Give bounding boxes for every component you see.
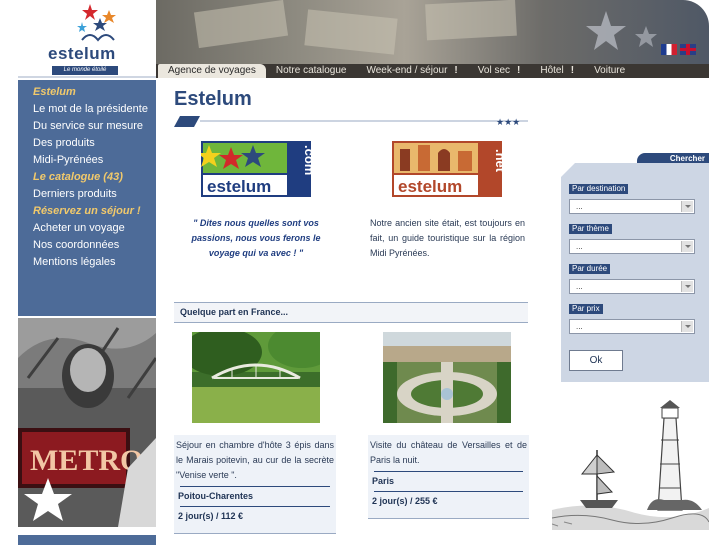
chevron-down-icon xyxy=(681,201,693,212)
main-menu: Agence de voyages Notre catalogue Week-e… xyxy=(156,64,709,78)
menu-item-hotel[interactable]: Hôtel! xyxy=(530,64,584,78)
search-select-destination[interactable]: ... xyxy=(569,199,695,214)
search-select-duree[interactable]: ... xyxy=(569,279,695,294)
menu-item-weekend[interactable]: Week-end / séjour! xyxy=(356,64,467,78)
offer-region: Poitou-Charentes xyxy=(178,491,254,501)
menu-item-vol-sec[interactable]: Vol sec! xyxy=(468,64,531,78)
offer-description: Séjour en chambre d'hôte 3 épis dans le … xyxy=(176,440,334,480)
offer-marais-poitevin-photo[interactable] xyxy=(192,332,320,423)
search-label-prix: Par prix xyxy=(569,304,603,314)
menu-item-voiture[interactable]: Voiture xyxy=(584,64,635,78)
svg-text:estelum: estelum xyxy=(207,177,271,196)
page-title: Estelum xyxy=(174,88,252,110)
sidebar-item-des-produits[interactable]: Des produits xyxy=(33,135,148,152)
metro-photo: METRO xyxy=(18,318,156,527)
svg-text:.com: .com xyxy=(302,145,311,175)
sidebar-item-mot-presidente[interactable]: Le mot de la présidente xyxy=(33,101,148,118)
search-label-theme: Par thème xyxy=(569,224,612,234)
svg-text:★★★: ★★★ xyxy=(496,118,520,128)
logo-stars-icon xyxy=(77,4,116,42)
svg-text:estelum: estelum xyxy=(398,177,462,196)
banner-stars-icon xyxy=(586,11,657,50)
title-rule: ★★★ xyxy=(174,116,528,128)
flag-fr-icon[interactable] xyxy=(661,44,677,55)
sidebar-heading-reservez: Réservez un séjour ! xyxy=(33,205,141,217)
offer-price: 2 jour(s) / 112 € xyxy=(178,511,244,521)
search-select-prix[interactable]: ... xyxy=(569,319,695,334)
sidebar-item-midi-pyrenees[interactable]: Midi-Pyrénées xyxy=(33,152,148,169)
offer-versailles-photo[interactable] xyxy=(383,332,511,423)
lighthouse-illustration xyxy=(552,400,709,530)
promo-com-text: " Dites nous quelles sont vos passions, … xyxy=(191,218,321,258)
search-select-theme[interactable]: ... xyxy=(569,239,695,254)
flag-uk-icon[interactable] xyxy=(680,44,696,55)
sidebar-item-derniers-produits[interactable]: Derniers produits xyxy=(33,186,148,203)
chevron-down-icon xyxy=(681,321,693,332)
site-logo[interactable]: estelum Le monde étoilé xyxy=(18,0,156,78)
menu-item-catalogue[interactable]: Notre catalogue xyxy=(266,64,357,78)
sidebar-item-acheter-voyage[interactable]: Acheter un voyage xyxy=(33,220,148,237)
sidebar-heading-estelum: Estelum xyxy=(33,86,76,98)
chevron-down-icon xyxy=(681,281,693,292)
estelum-net-logo[interactable]: estelum .net xyxy=(392,141,508,197)
header-banner xyxy=(156,0,709,64)
search-label-destination: Par destination xyxy=(569,184,629,194)
language-flags xyxy=(661,44,696,55)
sidebar-item-coordonnees[interactable]: Nos coordonnées xyxy=(33,237,148,254)
menu-item-agence[interactable]: Agence de voyages xyxy=(158,64,266,78)
offer-price: 2 jour(s) / 255 € xyxy=(372,496,438,506)
logo-tagline: Le monde étoilé xyxy=(52,66,118,75)
svg-text:.net: .net xyxy=(493,149,502,173)
sidebar-menu: Estelum Le mot de la présidente Du servi… xyxy=(33,84,148,271)
offer-description: Visite du château de Versailles et de Pa… xyxy=(370,440,527,465)
offer-card-paris[interactable]: Visite du château de Versailles et de Pa… xyxy=(368,435,529,519)
metro-sign: METRO xyxy=(30,444,143,477)
search-ok-button[interactable]: Ok xyxy=(569,350,623,371)
offer-region: Paris xyxy=(372,476,395,486)
sidebar-item-service-sur-mesure[interactable]: Du service sur mesure xyxy=(33,118,148,135)
search-label-duree: Par durée xyxy=(569,264,611,274)
offer-card-poitou[interactable]: Séjour en chambre d'hôte 3 épis dans le … xyxy=(174,435,336,534)
sidebar-heading-catalogue[interactable]: Le catalogue (43) xyxy=(33,169,148,186)
chevron-down-icon xyxy=(681,241,693,252)
estelum-com-logo[interactable]: estelum .com xyxy=(197,141,317,197)
sidebar-item-mentions-legales[interactable]: Mentions légales xyxy=(33,254,148,271)
section-quelque-part-en-france: Quelque part en France... xyxy=(174,302,528,323)
sidebar-footer-bar xyxy=(18,535,156,545)
logo-word: estelum xyxy=(48,44,116,63)
promo-net-text: Notre ancien site était, est toujours en… xyxy=(370,218,525,258)
sidebar: Estelum Le mot de la présidente Du servi… xyxy=(18,80,156,316)
